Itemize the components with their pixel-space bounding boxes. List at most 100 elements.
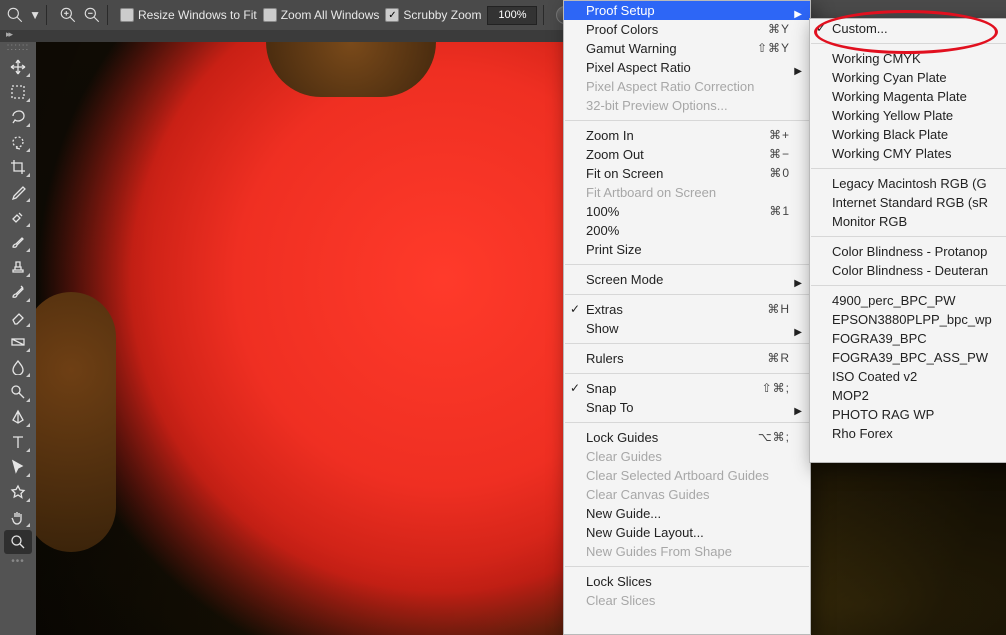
menu-item-label: Lock Guides <box>586 430 658 445</box>
quick-select-tool[interactable] <box>4 130 32 154</box>
menu-separator <box>565 422 809 423</box>
dropdown-arrow-icon[interactable]: ▼ <box>30 6 40 24</box>
scrubby-zoom-checkbox[interactable]: Scrubby Zoom <box>385 8 481 22</box>
proof-setup-item[interactable]: Rho Forex <box>810 424 1006 443</box>
menu-item-label: Monitor RGB <box>832 214 907 229</box>
view-menu-item[interactable]: Extras✓⌘H <box>564 300 810 319</box>
lasso-tool[interactable] <box>4 105 32 129</box>
zoom-all-checkbox[interactable]: Zoom All Windows <box>263 8 380 22</box>
proof-setup-item[interactable]: Working Cyan Plate <box>810 68 1006 87</box>
photo-detail <box>36 292 116 552</box>
proof-setup-item[interactable]: Color Blindness - Protanop <box>810 242 1006 261</box>
view-menu-item[interactable]: Snap To▶ <box>564 398 810 417</box>
view-menu-item[interactable]: Pixel Aspect Ratio▶ <box>564 58 810 77</box>
shortcut-label: ⌘H <box>767 300 790 319</box>
move-tool[interactable] <box>4 55 32 79</box>
menu-item-label: Snap <box>586 381 616 396</box>
view-menu-item[interactable]: Screen Mode▶ <box>564 270 810 289</box>
proof-setup-item[interactable]: FOGRA39_BPC_ASS_PW <box>810 348 1006 367</box>
proof-setup-item[interactable]: Working CMYK <box>810 49 1006 68</box>
marquee-tool[interactable] <box>4 80 32 104</box>
proof-setup-item[interactable]: Working Black Plate <box>810 125 1006 144</box>
proof-setup-item[interactable]: Working Yellow Plate <box>810 106 1006 125</box>
history-brush-tool[interactable] <box>4 280 32 304</box>
proof-setup-item[interactable]: MOP2 <box>810 386 1006 405</box>
menu-item-label: Show <box>586 321 619 336</box>
proof-setup-item[interactable]: Monitor RGB <box>810 212 1006 231</box>
proof-setup-item[interactable]: Internet Standard RGB (sR <box>810 193 1006 212</box>
proof-setup-item[interactable]: Working CMY Plates <box>810 144 1006 163</box>
view-menu-item[interactable]: 200% <box>564 221 810 240</box>
view-menu-item: Clear Selected Artboard Guides <box>564 466 810 485</box>
zoom-all-label: Zoom All Windows <box>281 8 380 22</box>
menu-item-label: Proof Colors <box>586 22 658 37</box>
view-menu-item[interactable]: Fit on Screen⌘0 <box>564 164 810 183</box>
proof-setup-item[interactable]: PHOTO RAG WP <box>810 405 1006 424</box>
gradient-tool[interactable] <box>4 330 32 354</box>
hand-tool[interactable] <box>4 505 32 529</box>
brush-tool[interactable] <box>4 230 32 254</box>
submenu-arrow-icon: ▶ <box>794 274 802 289</box>
zoom-level-field[interactable] <box>487 6 537 25</box>
view-menu-item[interactable]: Zoom In⌘+ <box>564 126 810 145</box>
proof-setup-submenu: Custom...✓ Working CMYKWorking Cyan Plate… <box>809 18 1006 463</box>
resize-windows-checkbox[interactable]: Resize Windows to Fit <box>120 8 257 22</box>
view-menu-item[interactable]: Zoom Out⌘− <box>564 145 810 164</box>
menu-item-label: Legacy Macintosh RGB (G <box>832 176 987 191</box>
view-menu-item[interactable]: Show ▶ <box>564 319 810 338</box>
view-menu-item[interactable]: Lock Guides⌥⌘; <box>564 428 810 447</box>
proof-setup-item[interactable]: Color Blindness - Deuteran <box>810 261 1006 280</box>
check-icon: ✓ <box>570 379 580 398</box>
zoom-in-icon[interactable] <box>59 6 77 24</box>
view-menu-item[interactable]: New Guide... <box>564 504 810 523</box>
view-menu-item[interactable]: Proof Setup▶ <box>564 1 810 20</box>
proof-setup-item[interactable]: Working Magenta Plate <box>810 87 1006 106</box>
view-menu-item[interactable]: Print Size <box>564 240 810 259</box>
view-menu-item: Fit Artboard on Screen <box>564 183 810 202</box>
menu-item-label: Clear Guides <box>586 449 662 464</box>
proof-setup-item[interactable]: Legacy Macintosh RGB (G <box>810 174 1006 193</box>
proof-setup-item[interactable]: Custom...✓ <box>810 19 1006 38</box>
view-menu-item[interactable]: Rulers⌘R <box>564 349 810 368</box>
proof-setup-item[interactable]: 4900_perc_BPC_PW <box>810 291 1006 310</box>
view-menu-item[interactable]: New Guide Layout... <box>564 523 810 542</box>
view-menu-item: Clear Guides <box>564 447 810 466</box>
view-menu-item[interactable]: Snap✓⇧⌘; <box>564 379 810 398</box>
crop-tool[interactable] <box>4 155 32 179</box>
eraser-tool[interactable] <box>4 305 32 329</box>
view-menu-item[interactable]: Proof Colors⌘Y <box>564 20 810 39</box>
menu-item-label: Proof Setup <box>586 3 655 18</box>
view-menu-item[interactable]: 100%⌘1 <box>564 202 810 221</box>
shape-tool[interactable] <box>4 480 32 504</box>
menu-separator <box>811 43 1006 44</box>
path-select-tool[interactable] <box>4 455 32 479</box>
stamp-tool[interactable] <box>4 255 32 279</box>
edit-toolbar-button[interactable]: ••• <box>0 556 36 568</box>
menu-item-label: New Guide... <box>586 506 661 521</box>
view-menu-item[interactable]: Gamut Warning⇧⌘Y <box>564 39 810 58</box>
zoom-tool[interactable] <box>4 530 32 554</box>
proof-setup-item[interactable]: ISO Coated v2 <box>810 367 1006 386</box>
menu-separator <box>811 168 1006 169</box>
view-menu-item[interactable]: Lock Slices <box>564 572 810 591</box>
proof-setup-item[interactable]: EPSON3880PLPP_bpc_wp <box>810 310 1006 329</box>
zoom-out-icon[interactable] <box>83 6 101 24</box>
type-tool[interactable] <box>4 430 32 454</box>
shortcut-label: ⌘− <box>769 145 790 164</box>
menu-item-label: Snap To <box>586 400 633 415</box>
toolbox: :::::: ••• <box>0 42 37 635</box>
pen-tool[interactable] <box>4 405 32 429</box>
healing-tool[interactable] <box>4 205 32 229</box>
submenu-arrow-icon: ▶ <box>794 323 802 338</box>
menu-item-label: EPSON3880PLPP_bpc_wp <box>832 312 992 327</box>
proof-setup-item[interactable]: FOGRA39_BPC <box>810 329 1006 348</box>
view-menu-item: New Guides From Shape <box>564 542 810 561</box>
blur-tool[interactable] <box>4 355 32 379</box>
shortcut-label: ⌘0 <box>769 164 790 183</box>
shortcut-label: ⌘+ <box>769 126 790 145</box>
photo-detail <box>266 42 436 97</box>
dodge-tool[interactable] <box>4 380 32 404</box>
toolbox-grip[interactable]: :::::: <box>0 42 36 54</box>
zoom-tool-preset-icon[interactable] <box>6 6 24 24</box>
eyedropper-tool[interactable] <box>4 180 32 204</box>
